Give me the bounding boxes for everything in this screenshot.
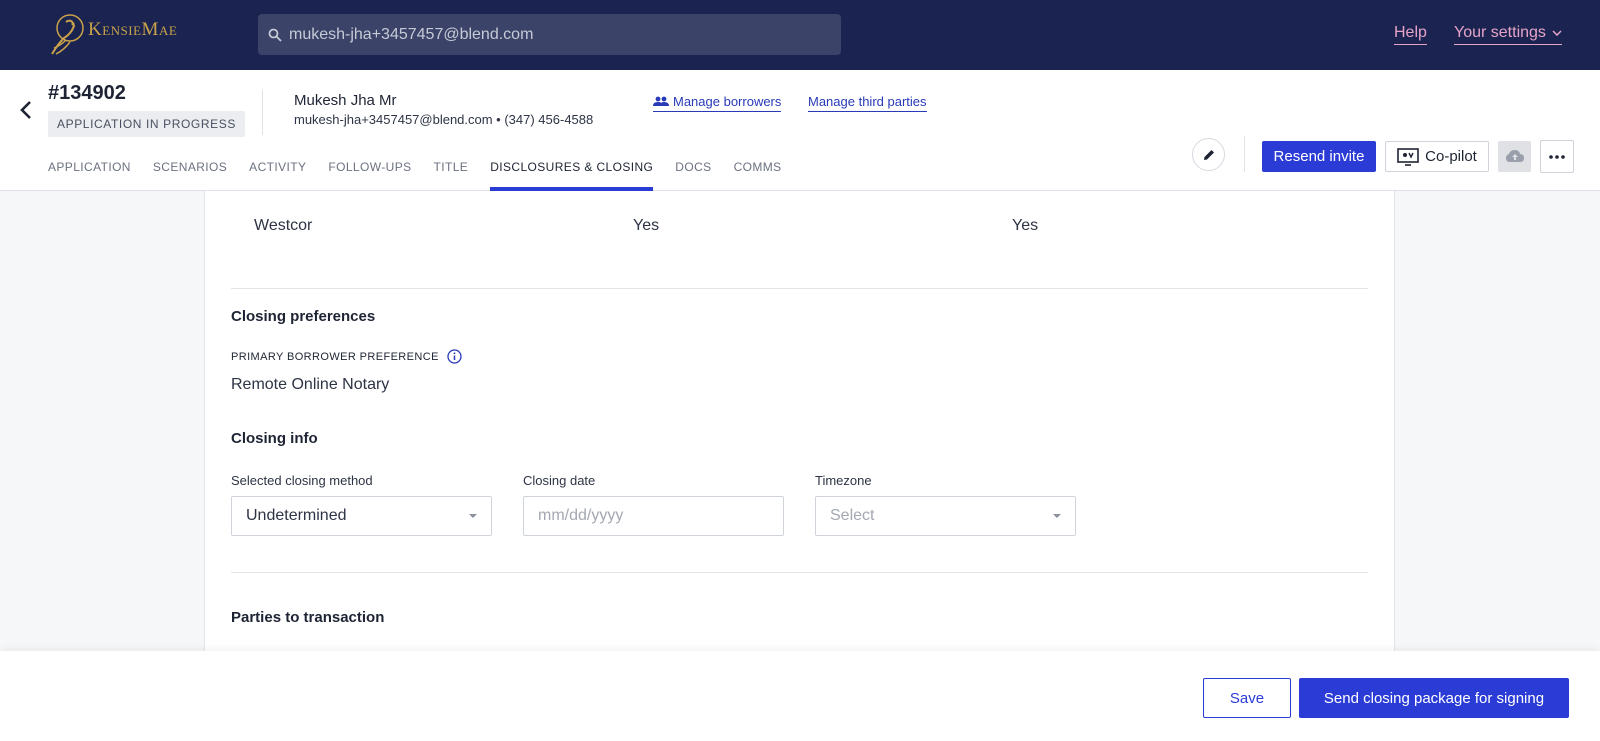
more-horizontal-icon	[1549, 154, 1565, 159]
title-company-cell: Westcor	[254, 217, 313, 234]
dropdown-caret-icon	[1053, 514, 1061, 518]
manage-borrowers-link[interactable]: Manage borrowers	[653, 94, 782, 112]
pencil-icon	[1203, 149, 1214, 160]
back-arrow-icon[interactable]	[16, 98, 36, 122]
manage-third-parties-link[interactable]: Manage third parties	[808, 94, 927, 112]
search-icon	[268, 28, 282, 42]
tab-application[interactable]: APPLICATION	[48, 152, 131, 191]
disclosures-closing-panel: Westcor Yes Yes Closing preferences PRIM…	[204, 191, 1395, 651]
your-settings-label: Your settings	[1454, 24, 1546, 41]
tab-disclosures-closing[interactable]: DISCLOSURES & CLOSING	[490, 152, 654, 191]
logo-text: KensieMae	[88, 19, 178, 40]
people-icon	[653, 96, 669, 106]
tab-comms[interactable]: COMMS	[734, 152, 782, 191]
info-icon[interactable]	[447, 349, 462, 364]
resend-invite-button[interactable]: Resend invite	[1262, 141, 1376, 172]
cloud-upload-button[interactable]	[1498, 141, 1531, 172]
chevron-down-icon	[1552, 30, 1562, 36]
search-input[interactable]	[289, 25, 809, 44]
copilot-label: Co-pilot	[1425, 148, 1477, 165]
loan-tabs: APPLICATION SCENARIOS ACTIVITY FOLLOW-UP…	[48, 152, 804, 191]
closing-method-label: Selected closing method	[231, 473, 373, 488]
tab-activity[interactable]: ACTIVITY	[249, 152, 306, 191]
cloud-upload-icon	[1505, 150, 1524, 162]
section-divider	[231, 288, 1368, 289]
search-bar[interactable]	[258, 14, 841, 55]
closing-method-select[interactable]: Undetermined	[231, 496, 492, 536]
save-button[interactable]: Save	[1203, 678, 1291, 718]
send-closing-package-button[interactable]: Send closing package for signing	[1299, 678, 1569, 718]
closing-date-input[interactable]	[538, 507, 758, 525]
manage-third-parties-label: Manage third parties	[808, 94, 927, 109]
manage-borrowers-label: Manage borrowers	[673, 94, 782, 109]
loan-header: #134902 APPLICATION IN PROGRESS Mukesh J…	[0, 70, 1600, 191]
primary-borrower-preference-label: PRIMARY BORROWER PREFERENCE	[231, 349, 462, 364]
tab-title[interactable]: TITLE	[434, 152, 469, 191]
tab-follow-ups[interactable]: FOLLOW-UPS	[328, 152, 411, 191]
footer-action-bar: Save Send closing package for signing	[0, 651, 1600, 741]
primary-borrower-preference-text: PRIMARY BORROWER PREFERENCE	[231, 350, 439, 363]
top-navigation-bar: KensieMae Help Your settings	[0, 0, 1600, 70]
your-settings-menu[interactable]: Your settings	[1454, 24, 1562, 45]
divider	[1244, 136, 1245, 172]
timezone-value: Select	[830, 507, 875, 524]
closing-date-field[interactable]	[523, 496, 784, 536]
closing-info-heading: Closing info	[231, 430, 318, 447]
more-options-button[interactable]	[1540, 140, 1574, 173]
dropdown-caret-icon	[469, 514, 477, 518]
closing-method-value: Undetermined	[246, 507, 347, 524]
status-badge: APPLICATION IN PROGRESS	[48, 111, 245, 137]
divider	[262, 90, 263, 135]
kensiemae-logo[interactable]: KensieMae	[46, 12, 186, 58]
peacock-logo-icon	[51, 14, 84, 55]
help-link[interactable]: Help	[1394, 24, 1427, 45]
borrower-name: Mukesh Jha Mr	[294, 92, 397, 109]
edit-button[interactable]	[1192, 138, 1225, 171]
tab-scenarios[interactable]: SCENARIOS	[153, 152, 227, 191]
section-divider	[231, 572, 1368, 573]
title-row-value-cell: Yes	[633, 217, 660, 234]
timezone-select[interactable]: Select	[815, 496, 1076, 536]
copilot-button[interactable]: Co-pilot	[1385, 141, 1489, 172]
monitor-icon	[1397, 147, 1419, 166]
timezone-label: Timezone	[815, 473, 872, 488]
primary-borrower-preference-value: Remote Online Notary	[231, 376, 390, 393]
closing-preferences-heading: Closing preferences	[231, 308, 376, 325]
borrower-contact: mukesh-jha+3457457@blend.com • (347) 456…	[294, 112, 594, 127]
parties-to-transaction-heading: Parties to transaction	[231, 609, 385, 626]
title-row-value-cell: Yes	[1012, 217, 1039, 234]
closing-date-label: Closing date	[523, 473, 596, 488]
loan-id: #134902	[48, 82, 126, 104]
tab-docs[interactable]: DOCS	[675, 152, 711, 191]
